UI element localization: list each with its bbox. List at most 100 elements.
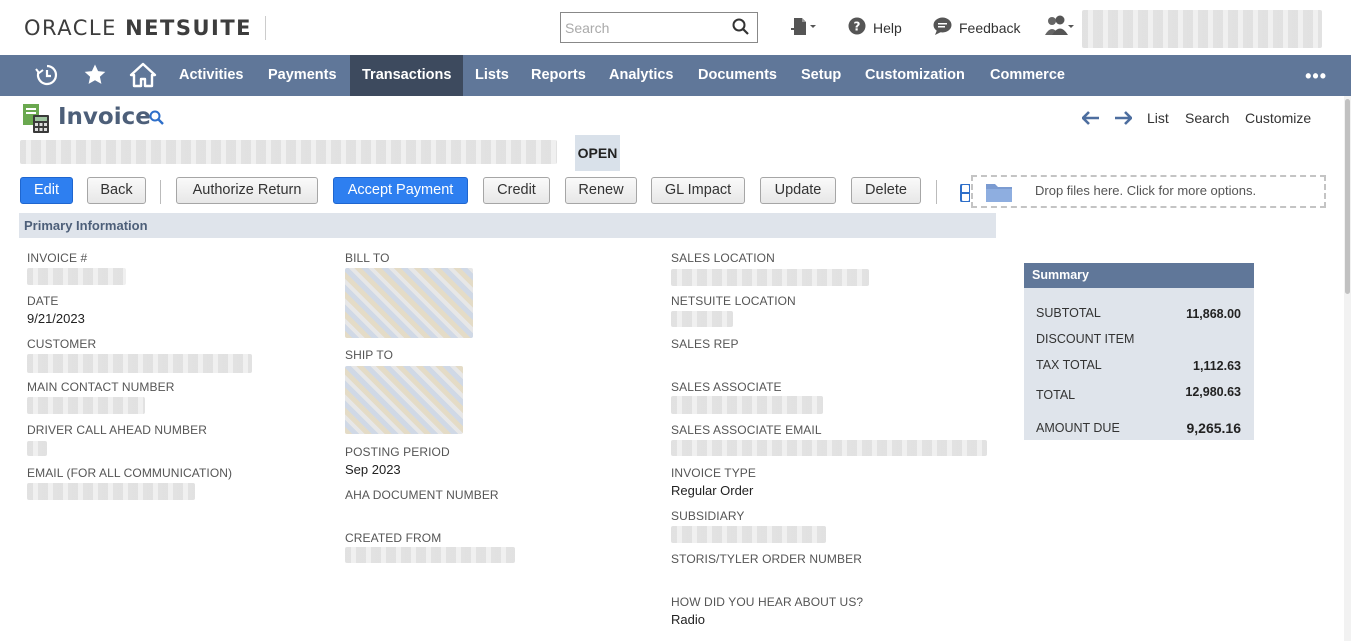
nav-lists[interactable]: Lists	[463, 55, 521, 96]
favorites-star-icon[interactable]	[83, 63, 107, 90]
driver-call-ahead-label: DRIVER CALL AHEAD NUMBER	[27, 423, 207, 437]
new-record-icon	[791, 17, 817, 40]
users-icon	[1044, 15, 1076, 40]
customer-label: CUSTOMER	[27, 337, 97, 351]
search-input[interactable]	[561, 13, 721, 42]
accept-payment-button[interactable]: Accept Payment	[333, 177, 468, 204]
svg-text:?: ?	[854, 20, 861, 34]
role-switcher[interactable]	[1044, 15, 1076, 40]
customer-value-redacted[interactable]	[27, 354, 252, 373]
bill-to-address-redacted	[345, 268, 473, 338]
nav-payments[interactable]: Payments	[256, 55, 349, 96]
created-from-label: CREATED FROM	[345, 531, 442, 545]
search-icon[interactable]	[732, 18, 749, 38]
help-label: Help	[873, 19, 902, 36]
ship-to-label: SHIP TO	[345, 348, 394, 362]
netsuite-logo[interactable]: ORACLE NETSUITE	[24, 16, 252, 40]
drop-zone-label: Drop files here. Click for more options.	[1035, 183, 1257, 198]
gl-impact-button[interactable]: GL Impact	[651, 177, 745, 204]
credit-button[interactable]: Credit	[483, 177, 550, 204]
aha-document-number-label: AHA DOCUMENT NUMBER	[345, 488, 499, 502]
invoice-number-value-redacted	[27, 268, 126, 285]
toolbar-divider	[936, 180, 937, 204]
folder-icon	[985, 181, 1013, 206]
home-icon[interactable]	[129, 62, 157, 91]
how-did-you-hear-value: Radio	[671, 612, 705, 627]
invoice-record-icon	[23, 104, 51, 137]
sales-associate-label: SALES ASSOCIATE	[671, 380, 782, 394]
main-contact-number-label: MAIN CONTACT NUMBER	[27, 380, 175, 394]
total-label: TOTAL	[1036, 388, 1076, 402]
file-drop-zone[interactable]: Drop files here. Click for more options.	[971, 175, 1326, 208]
email-value-redacted[interactable]	[27, 483, 195, 500]
global-search[interactable]	[560, 12, 758, 43]
feedback-link[interactable]: Feedback	[933, 17, 1020, 38]
tax-total-label: TAX TOTAL	[1036, 358, 1102, 372]
nav-more-menu[interactable]: •••	[1305, 66, 1327, 87]
sales-location-redacted	[671, 269, 869, 286]
email-label: EMAIL (FOR ALL COMMUNICATION)	[27, 466, 233, 480]
help-link[interactable]: ? Help	[848, 17, 902, 38]
top-header: ORACLE NETSUITE ? Help Feedback	[0, 0, 1351, 55]
create-new-menu[interactable]	[791, 17, 817, 40]
scrollbar-thumb[interactable]	[1345, 99, 1350, 294]
date-label: DATE	[27, 294, 59, 308]
subtotal-value: 11,868.00	[1186, 307, 1241, 321]
summary-title: Summary	[1024, 263, 1254, 288]
logo-divider	[265, 16, 266, 40]
amount-due-label: AMOUNT DUE	[1036, 421, 1120, 435]
next-record-arrow-icon[interactable]	[1114, 111, 1133, 128]
actions-menu-icon[interactable]	[960, 183, 971, 205]
account-info-redacted[interactable]	[1082, 10, 1322, 48]
sales-associate-email-redacted	[671, 440, 987, 456]
sales-location-label: SALES LOCATION	[671, 251, 775, 265]
logo-netsuite: NETSUITE	[125, 16, 252, 40]
main-contact-number-redacted	[27, 397, 145, 414]
list-link[interactable]: List	[1147, 110, 1169, 126]
summary-panel: Summary SUBTOTAL 11,868.00 DISCOUNT ITEM…	[1024, 263, 1254, 440]
subsidiary-redacted	[671, 526, 826, 543]
nav-setup[interactable]: Setup	[789, 55, 853, 96]
amount-due-value: 9,265.16	[1186, 420, 1242, 436]
page-title: Invoice	[58, 104, 151, 130]
nav-commerce[interactable]: Commerce	[978, 55, 1077, 96]
feedback-label: Feedback	[959, 19, 1021, 36]
recent-records-icon[interactable]	[35, 63, 59, 90]
nav-analytics[interactable]: Analytics	[597, 55, 685, 96]
nav-transactions[interactable]: Transactions	[350, 55, 464, 96]
record-search-icon[interactable]	[149, 110, 164, 128]
sales-rep-label: SALES REP	[671, 337, 739, 351]
help-icon: ?	[848, 17, 866, 38]
netsuite-location-redacted	[671, 311, 733, 327]
nav-documents[interactable]: Documents	[686, 55, 789, 96]
posting-period-value: Sep 2023	[345, 462, 401, 477]
search-link[interactable]: Search	[1185, 110, 1229, 126]
feedback-icon	[933, 17, 952, 38]
nav-customization[interactable]: Customization	[853, 55, 977, 96]
primary-information-header[interactable]: Primary Information	[19, 213, 996, 238]
customize-link[interactable]: Customize	[1245, 110, 1311, 126]
nav-reports[interactable]: Reports	[519, 55, 598, 96]
nav-activities[interactable]: Activities	[167, 55, 255, 96]
ship-to-address-redacted	[345, 366, 463, 434]
tax-total-value: 1,112.63	[1193, 359, 1241, 373]
previous-record-arrow-icon[interactable]	[1081, 111, 1100, 128]
invoice-type-value: Regular Order	[671, 483, 754, 498]
authorize-return-button[interactable]: Authorize Return	[176, 177, 318, 204]
posting-period-label: POSTING PERIOD	[345, 445, 450, 459]
logo-oracle: ORACLE	[24, 16, 117, 40]
sales-associate-redacted	[671, 396, 823, 414]
discount-item-label: DISCOUNT ITEM	[1036, 332, 1135, 346]
renew-button[interactable]: Renew	[565, 177, 637, 204]
back-button[interactable]: Back	[87, 177, 146, 204]
created-from-redacted[interactable]	[345, 547, 515, 563]
netsuite-location-label: NETSUITE LOCATION	[671, 294, 796, 308]
delete-button[interactable]: Delete	[851, 177, 921, 204]
subtotal-label: SUBTOTAL	[1036, 306, 1101, 320]
how-did-you-hear-label: HOW DID YOU HEAR ABOUT US?	[671, 595, 864, 609]
invoice-number-label: INVOICE #	[27, 251, 88, 265]
storis-tyler-order-number-label: STORIS/TYLER ORDER NUMBER	[671, 552, 862, 566]
update-button[interactable]: Update	[760, 177, 836, 204]
bill-to-label: BILL TO	[345, 251, 390, 265]
edit-button[interactable]: Edit	[20, 177, 73, 204]
